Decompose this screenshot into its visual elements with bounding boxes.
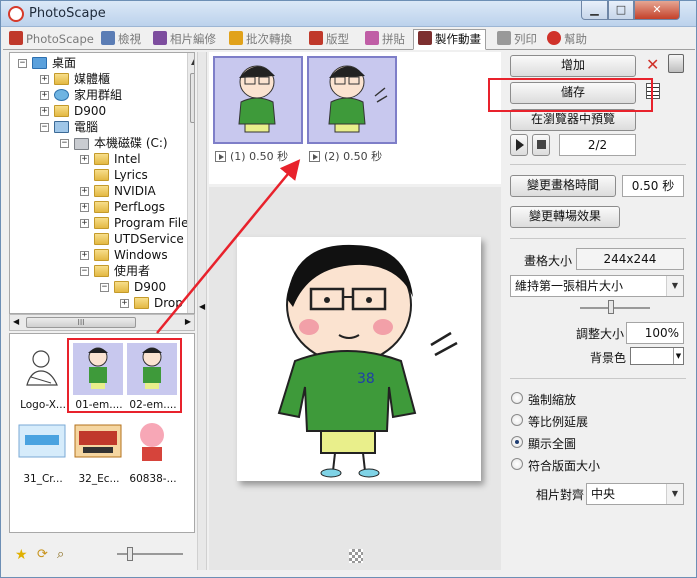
app-window: PhotoScape ▁ □ ✕ PhotoScape 檢視 相片編修 批次轉換… bbox=[0, 0, 697, 578]
annotation-arrow bbox=[156, 159, 301, 334]
